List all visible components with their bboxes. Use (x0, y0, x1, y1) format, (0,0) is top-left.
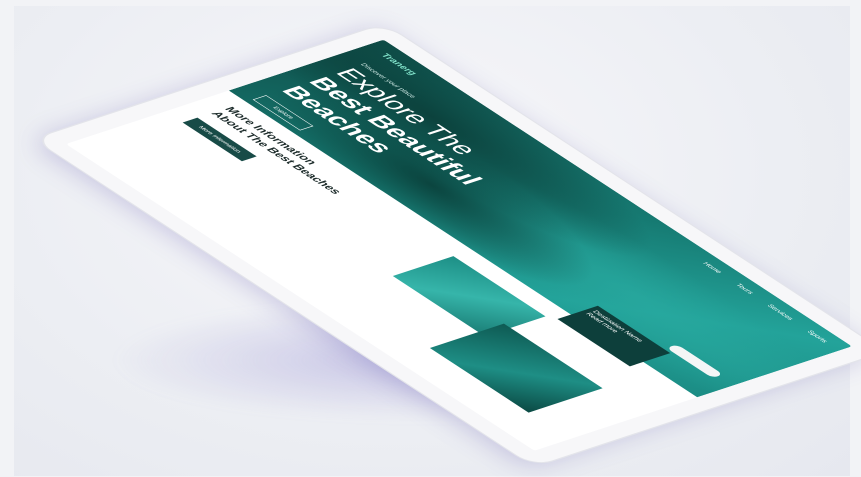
tablet-screen: Tranerg Home Tours Services Sports Disco… (65, 39, 853, 451)
feature-card-title: Destination Name (591, 309, 645, 343)
mockup-stage: Tranerg Home Tours Services Sports Disco… (0, 0, 861, 477)
tablet-device: Tranerg Home Tours Services Sports Disco… (33, 24, 861, 467)
hero-title: Explore The Best Beautiful Beaches (276, 65, 594, 247)
nav-link-tours[interactable]: Tours (734, 283, 755, 295)
feature-card-subtitle: Read more (584, 311, 621, 334)
nav-link-home[interactable]: Home (701, 261, 724, 274)
beach-photo-2 (429, 323, 603, 413)
site-logo[interactable]: Tranerg (379, 52, 420, 76)
nav-link-services[interactable]: Services (766, 304, 795, 321)
hero-section: Tranerg Home Tours Services Sports Disco… (228, 39, 853, 398)
nav-link-sports[interactable]: Sports (806, 330, 830, 343)
nav-links: Home Tours Services Sports (701, 261, 829, 343)
feature-card[interactable]: Destination Name Read more (557, 305, 671, 367)
sailboat-image (666, 344, 724, 379)
